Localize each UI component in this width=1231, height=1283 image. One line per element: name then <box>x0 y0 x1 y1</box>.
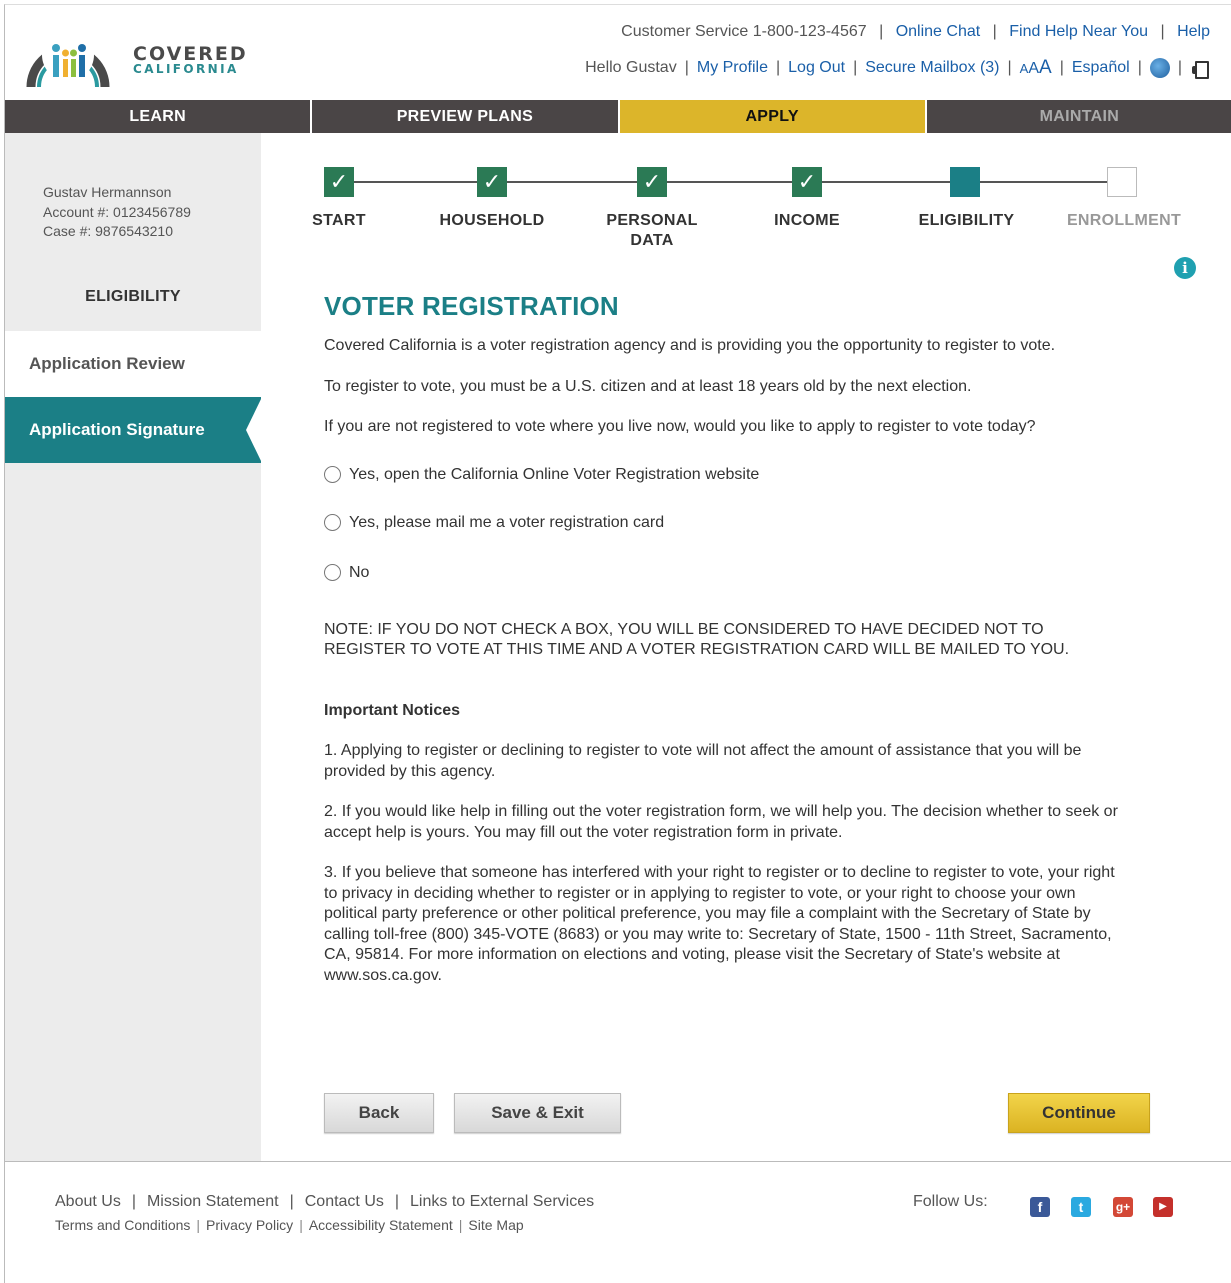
nav-preview-plans[interactable]: PREVIEW PLANS <box>312 100 620 133</box>
action-buttons: Back Save & Exit Continue <box>324 1093 1151 1133</box>
nav-apply[interactable]: APPLY <box>619 100 927 133</box>
footer-terms-link[interactable]: Terms and Conditions <box>55 1217 190 1233</box>
progress-stepper: ✓ ✓ ✓ ✓ START HOUSEHOLD PERSONAL DATA IN… <box>261 133 1231 283</box>
footer-external-services-link[interactable]: Links to External Services <box>410 1193 594 1210</box>
twitter-icon[interactable]: t <box>1071 1197 1091 1217</box>
facebook-icon[interactable]: f <box>1030 1197 1050 1217</box>
footer-privacy-link[interactable]: Privacy Policy <box>206 1217 293 1233</box>
step-income-check-icon: ✓ <box>792 167 822 197</box>
radio-option-no[interactable]: No <box>324 564 1124 582</box>
radio-button[interactable] <box>324 564 341 581</box>
logo-mark-icon <box>26 29 110 88</box>
my-profile-link[interactable]: My Profile <box>697 59 768 77</box>
log-out-link[interactable]: Log Out <box>788 59 845 77</box>
text-size-control[interactable]: AAA <box>1020 57 1052 79</box>
footer-site-map-link[interactable]: Site Map <box>468 1217 523 1233</box>
info-icon[interactable]: i <box>1174 257 1196 279</box>
step-label-enrollment: ENROLLMENT <box>1066 212 1182 229</box>
footer-about-us-link[interactable]: About Us <box>55 1193 121 1210</box>
footer-mission-statement-link[interactable]: Mission Statement <box>147 1193 279 1210</box>
printer-icon[interactable] <box>1190 60 1210 79</box>
footer-divider <box>5 1161 1231 1162</box>
notice-1: 1. Applying to register or declining to … <box>324 742 1082 780</box>
step-label-start: START <box>312 212 366 229</box>
header: COVERED CALIFORNIA Customer Service 1-80… <box>5 5 1231 100</box>
radio-label: No <box>349 563 370 581</box>
step-eligibility-current-marker <box>950 167 980 197</box>
main-navigation: LEARN PREVIEW PLANS APPLY MAINTAIN <box>5 100 1231 133</box>
notice-3: 3. If you believe that someone has inter… <box>324 864 1115 984</box>
case-number: Case #: 9876543210 <box>43 223 173 239</box>
sidebar-item-application-signature[interactable]: Application Signature <box>5 397 262 463</box>
account-holder-name: Gustav Hermannson <box>43 184 172 200</box>
online-chat-link[interactable]: Online Chat <box>896 23 981 40</box>
language-link[interactable]: Español <box>1072 59 1130 77</box>
main-content: VOTER REGISTRATION Covered California is… <box>324 291 1124 986</box>
step-label-personal-data: PERSONAL DATA <box>606 212 698 249</box>
sidebar-item-application-review[interactable]: Application Review <box>5 331 263 397</box>
footer-contact-us-link[interactable]: Contact Us <box>305 1193 384 1210</box>
utility-links-top: Customer Service 1-800-123-4567 | Online… <box>621 23 1210 40</box>
covered-california-logo[interactable]: COVERED CALIFORNIA <box>23 15 246 95</box>
step-start-check-icon: ✓ <box>324 167 354 197</box>
continue-button[interactable]: Continue <box>1008 1093 1150 1133</box>
customer-service-text: Customer Service 1-800-123-4567 <box>621 23 867 40</box>
radio-button[interactable] <box>324 466 341 483</box>
secure-mailbox-link[interactable]: Secure Mailbox (3) <box>865 59 999 77</box>
radio-label: Yes, please mail me a voter registration… <box>349 513 665 531</box>
youtube-icon[interactable]: ▶ <box>1153 1197 1173 1217</box>
step-personal-data-check-icon: ✓ <box>637 167 667 197</box>
radio-option-online[interactable]: Yes, open the California Online Voter Re… <box>324 466 1124 484</box>
important-notices-heading: Important Notices <box>324 701 461 719</box>
step-household-check-icon: ✓ <box>477 167 507 197</box>
find-help-link[interactable]: Find Help Near You <box>1009 23 1148 40</box>
back-button[interactable]: Back <box>324 1093 434 1133</box>
step-label-income: INCOME <box>774 212 840 229</box>
globe-icon[interactable] <box>1149 58 1170 78</box>
sidebar: Gustav Hermannson Account #: 0123456789 … <box>5 133 263 1161</box>
google-plus-icon[interactable]: g+ <box>1113 1197 1133 1217</box>
footer-accessibility-link[interactable]: Accessibility Statement <box>309 1217 453 1233</box>
page-title: VOTER REGISTRATION <box>324 291 619 321</box>
radio-option-mail-card[interactable]: Yes, please mail me a voter registration… <box>324 514 1124 532</box>
account-number: Account #: 0123456789 <box>43 203 191 220</box>
sidebar-heading: ELIGIBILITY <box>85 288 181 305</box>
utility-links-account: Hello Gustav | My Profile | Log Out | Se… <box>585 57 1210 79</box>
account-info: Gustav Hermannson Account #: 0123456789 … <box>43 183 191 242</box>
radio-button[interactable] <box>324 514 341 531</box>
logo-text-california: CALIFORNIA <box>133 62 239 76</box>
nav-learn[interactable]: LEARN <box>5 100 313 133</box>
step-label-eligibility: ELIGIBILITY <box>918 212 1015 229</box>
note-paragraph: NOTE: IF YOU DO NOT CHECK A BOX, YOU WIL… <box>324 620 1070 659</box>
help-link[interactable]: Help <box>1177 23 1210 40</box>
footer-links: About Us | Mission Statement | Contact Us | Li… <box>55 1193 595 1233</box>
eligibility-paragraph: To register to vote, you must be a U.S. … <box>324 377 972 395</box>
radio-label: Yes, open the California Online Voter Re… <box>349 465 760 483</box>
stepper-line <box>352 181 1137 183</box>
step-label-household: HOUSEHOLD <box>439 212 545 229</box>
save-exit-button[interactable]: Save & Exit <box>454 1093 621 1133</box>
intro-paragraph: Covered California is a voter registrati… <box>324 337 1056 354</box>
follow-us-label: Follow Us: <box>913 1193 988 1210</box>
question-paragraph: If you are not registered to vote where … <box>324 418 1036 435</box>
greeting-text: Hello Gustav <box>585 59 677 76</box>
nav-maintain[interactable]: MAINTAIN <box>926 100 1231 133</box>
notice-2: 2. If you would like help in filling out… <box>324 803 1118 841</box>
step-enrollment-marker <box>1107 167 1137 197</box>
